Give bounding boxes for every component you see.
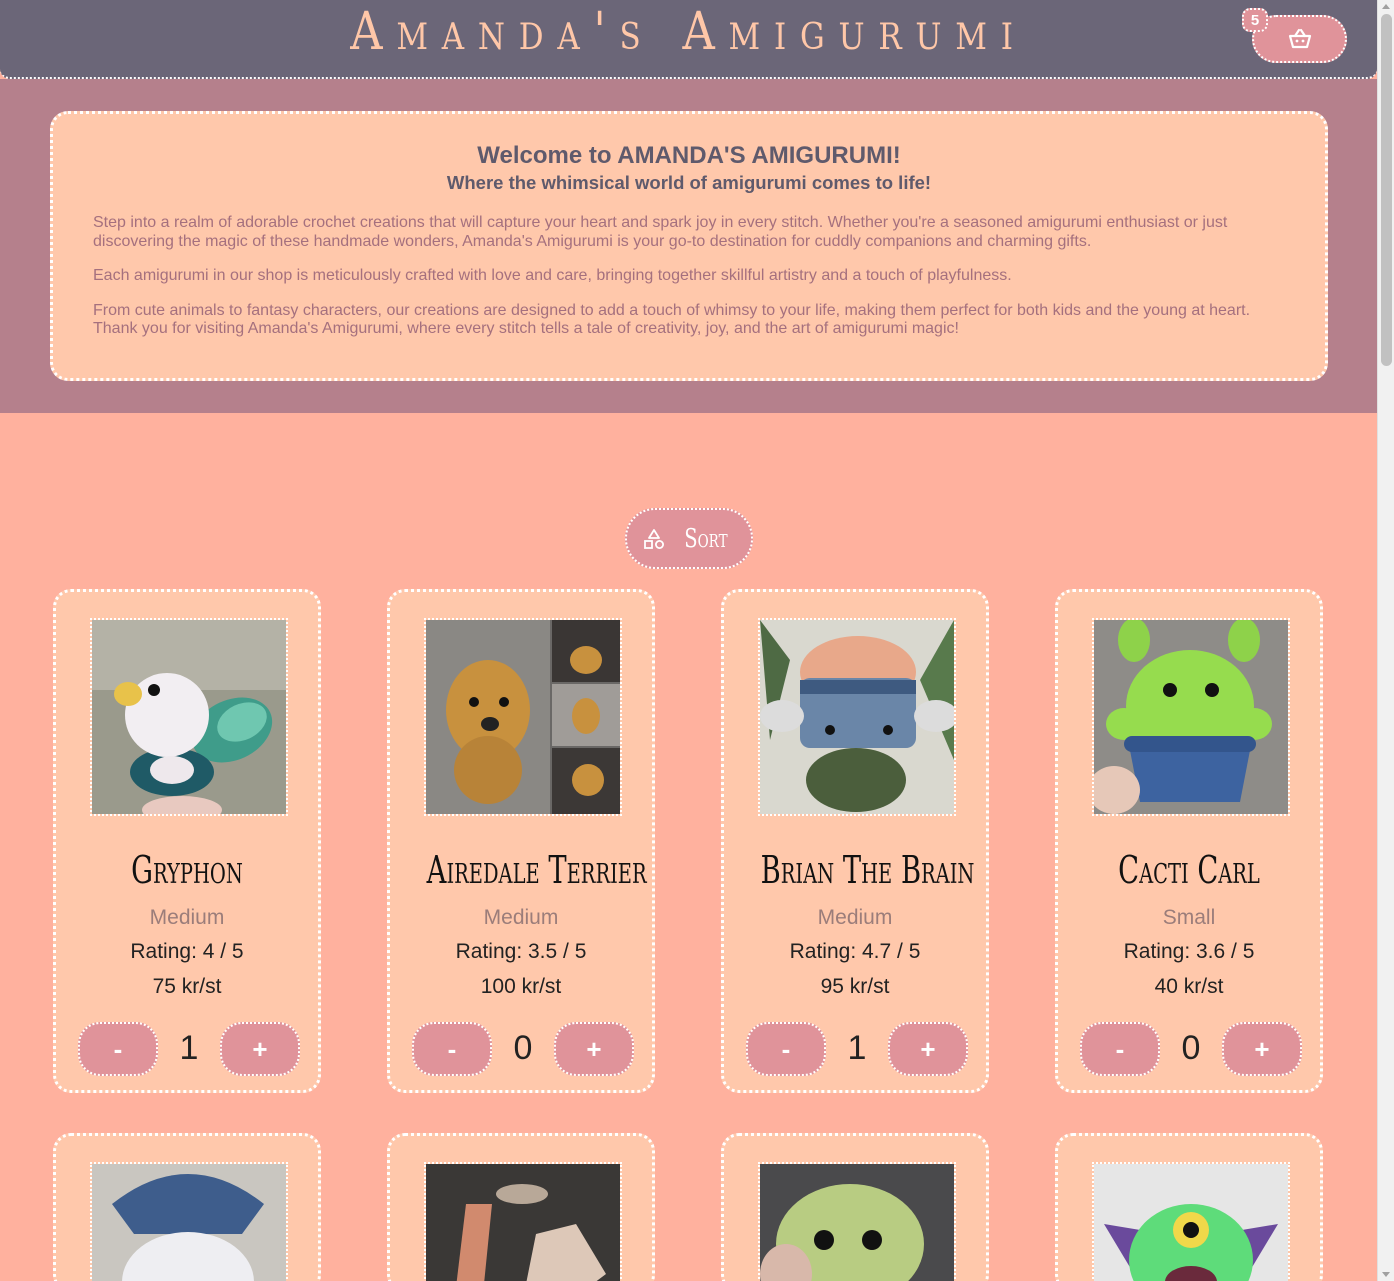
decrease-quantity-button[interactable]: -	[746, 1022, 826, 1076]
product-photo[interactable]	[758, 1162, 956, 1281]
product-size: Medium	[149, 906, 225, 929]
product-photo[interactable]	[1092, 618, 1290, 816]
quantity-value: 0	[1181, 1029, 1201, 1067]
welcome-section: Welcome to AMANDA'S AMIGURUMI! Where the…	[0, 79, 1377, 413]
increase-quantity-button[interactable]: +	[554, 1022, 634, 1076]
product-card: Cacti Carl Small Rating: 3.6 / 5 40 kr/s…	[1055, 589, 1323, 1093]
decrease-quantity-button[interactable]: -	[1080, 1022, 1160, 1076]
welcome-paragraph: Step into a realm of adorable crochet cr…	[93, 214, 1228, 250]
welcome-paragraph: From cute animals to fantasy characters,…	[93, 301, 1251, 338]
product-card: Airedale Terrier Medium Rating: 3.5 / 5 …	[387, 589, 655, 1093]
product-card	[1055, 1133, 1323, 1281]
product-price: 95 kr/st	[820, 975, 890, 998]
product-rating: Rating: 3.5 / 5	[455, 940, 587, 963]
welcome-paragraph: Each amigurumi in our shop is meticulous…	[93, 267, 1012, 284]
product-size: Medium	[483, 906, 559, 929]
product-name: Airedale Terrier	[426, 848, 647, 892]
product-price: 40 kr/st	[1154, 975, 1224, 998]
product-rating: Rating: 4.7 / 5	[789, 940, 921, 963]
product-name: Cacti Carl	[1118, 848, 1260, 892]
product-photo[interactable]	[1092, 1162, 1290, 1281]
product-photo[interactable]	[90, 1162, 288, 1281]
increase-quantity-button[interactable]: +	[888, 1022, 968, 1076]
product-card	[387, 1133, 655, 1281]
cart-count-badge: 5	[1242, 8, 1268, 32]
shapes-icon	[644, 528, 665, 549]
scroll-down-icon[interactable]	[1382, 1272, 1390, 1277]
sort-button[interactable]: Sort	[625, 508, 753, 569]
product-price: 100 kr/st	[480, 975, 562, 998]
product-size: Small	[1162, 906, 1216, 929]
sort-label: Sort	[684, 523, 728, 554]
quantity-value: 0	[513, 1029, 533, 1067]
product-photo[interactable]	[758, 618, 956, 816]
product-card: Gryphon Medium Rating: 4 / 5 75 kr/st - …	[53, 589, 321, 1093]
product-rating: Rating: 3.6 / 5	[1123, 940, 1255, 963]
product-price: 75 kr/st	[152, 975, 222, 998]
product-card	[53, 1133, 321, 1281]
decrease-quantity-button[interactable]: -	[412, 1022, 492, 1076]
product-name: Brian The Brain	[760, 848, 975, 892]
welcome-subtitle: Where the whimsical world of amigurumi c…	[446, 172, 932, 193]
welcome-title: Welcome to AMANDA'S AMIGURUMI!	[477, 142, 901, 169]
product-photo[interactable]	[424, 618, 622, 816]
welcome-box: Welcome to AMANDA'S AMIGURUMI! Where the…	[50, 111, 1328, 381]
page-scrollbar[interactable]	[1377, 0, 1394, 1281]
product-photo[interactable]	[90, 618, 288, 816]
increase-quantity-button[interactable]: +	[220, 1022, 300, 1076]
product-name: Gryphon	[131, 848, 243, 892]
site-header: Amanda's Amigurumi	[0, 0, 1377, 79]
quantity-value: 1	[179, 1029, 199, 1067]
scrollbar-thumb[interactable]	[1381, 14, 1392, 366]
scroll-up-icon[interactable]	[1382, 4, 1390, 9]
product-card: Brian The Brain Medium Rating: 4.7 / 5 9…	[721, 589, 989, 1093]
product-rating: Rating: 4 / 5	[130, 940, 244, 963]
basket-icon	[1288, 28, 1311, 49]
increase-quantity-button[interactable]: +	[1222, 1022, 1302, 1076]
decrease-quantity-button[interactable]: -	[78, 1022, 158, 1076]
site-title: Amanda's Amigurumi	[350, 2, 1027, 62]
product-size: Medium	[817, 906, 893, 929]
product-card	[721, 1133, 989, 1281]
quantity-value: 1	[847, 1029, 867, 1067]
product-photo[interactable]	[424, 1162, 622, 1281]
